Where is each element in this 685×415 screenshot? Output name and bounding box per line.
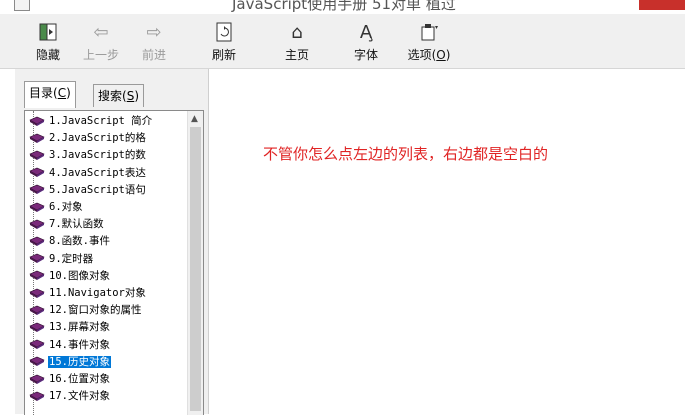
- forward-arrow-icon: ⇨: [146, 22, 162, 43]
- book-icon: [29, 373, 45, 384]
- tab-contents-key: C: [57, 86, 67, 100]
- book-icon: [29, 287, 45, 298]
- content-pane: 不管你怎么点左边的列表，右边都是空白的: [209, 69, 685, 414]
- book-icon: [29, 115, 45, 126]
- home-icon: ⌂: [291, 22, 303, 43]
- app-icon: [14, 0, 30, 11]
- book-icon: [29, 269, 45, 281]
- tree-item[interactable]: 1.JavaScript 简介: [29, 112, 153, 129]
- refresh-icon: [201, 22, 247, 44]
- tree-item[interactable]: 17.文件对象: [29, 387, 111, 404]
- contents-tree[interactable]: ▲ 1.JavaScript 简介 2.JavaScript的格 3.JavaScr…: [24, 110, 204, 415]
- scrollbar-thumb[interactable]: [190, 127, 201, 411]
- back-arrow-icon: ⇦: [93, 22, 109, 43]
- tree-item-label: 4.JavaScript表达: [49, 166, 146, 179]
- book-icon: [29, 201, 45, 212]
- tree-item-label: 6.对象: [49, 201, 83, 213]
- toolbar: 隐藏 ⇦ 上一步 ⇨ 前进 刷新 ⌂ 主页 A̧ 字体 选项(O): [0, 14, 685, 69]
- tree-item[interactable]: 5.JavaScript语句: [29, 181, 147, 198]
- window-title: JavaScript使用手册 51对单 植过: [232, 0, 456, 13]
- book-icon: [29, 338, 45, 350]
- book-icon: [29, 390, 45, 401]
- tree-item-label: 8.函数.事件: [49, 235, 110, 248]
- tree-item[interactable]: 7.默认函数: [29, 215, 105, 232]
- tree-item[interactable]: 4.JavaScript表达: [29, 164, 147, 181]
- tree-item-label: 13.屏幕对象: [49, 321, 110, 334]
- tree-item-label: 5.JavaScript语句: [49, 183, 146, 196]
- tree-item-label: 16.位置对象: [49, 373, 110, 385]
- tree-item[interactable]: 15.历史对象: [29, 353, 111, 370]
- book-icon: [29, 355, 45, 367]
- tree-item[interactable]: 12.窗口对象的属性: [29, 301, 142, 318]
- options-label-key: O: [436, 48, 446, 62]
- tree-item[interactable]: 16.位置对象: [29, 370, 111, 387]
- tab-search-main: 搜索(: [98, 89, 127, 103]
- tree-item[interactable]: 9.定时器: [29, 250, 94, 267]
- title-bar: JavaScript使用手册 51对单 植过: [0, 0, 685, 14]
- tree-item[interactable]: 11.Navigator对象: [29, 284, 147, 301]
- hide-icon: [25, 22, 71, 44]
- tree-item-label: 1.JavaScript 简介: [49, 115, 153, 127]
- book-icon: [29, 235, 45, 246]
- content-message: 不管你怎么点左边的列表，右边都是空白的: [263, 145, 549, 163]
- book-icon: [29, 132, 45, 143]
- tree-scrollbar[interactable]: ▲: [187, 111, 203, 415]
- book-icon: [29, 252, 45, 264]
- tree-item[interactable]: 14.事件对象: [29, 336, 111, 353]
- tree-item[interactable]: 6.对象: [29, 198, 84, 215]
- tab-search[interactable]: 搜索(S): [93, 84, 144, 107]
- tree-item-label: 12.窗口对象的属性: [49, 304, 142, 317]
- tree-item[interactable]: 13.屏幕对象: [29, 318, 111, 335]
- options-icon: [402, 22, 456, 44]
- tree-item-label: 9.定时器: [49, 252, 94, 265]
- hide-label: 隐藏: [35, 48, 60, 62]
- font-icon: A̧: [359, 22, 373, 43]
- back-label: 上一步: [82, 48, 119, 62]
- forward-button[interactable]: ⇨ 前进: [131, 22, 177, 66]
- options-button[interactable]: 选项(O): [402, 22, 456, 66]
- tab-search-end: ): [134, 89, 139, 103]
- tree-item[interactable]: 3.JavaScript的数: [29, 146, 147, 163]
- tree-item-label: 7.默认函数: [49, 218, 104, 231]
- tree-item[interactable]: 2.JavaScript的格: [29, 129, 147, 146]
- tree-item-label: 15.历史对象: [48, 355, 111, 368]
- tab-contents[interactable]: 目录(C): [24, 81, 76, 108]
- tree-item-label: 3.JavaScript的数: [49, 149, 146, 162]
- refresh-button[interactable]: 刷新: [201, 22, 247, 66]
- refresh-label: 刷新: [211, 48, 236, 62]
- book-icon: [29, 304, 45, 315]
- book-icon: [29, 183, 45, 195]
- scroll-up-arrow-icon[interactable]: ▲: [191, 114, 198, 124]
- book-icon: [29, 166, 45, 178]
- close-button[interactable]: [639, 0, 685, 10]
- forward-label: 前进: [141, 48, 166, 62]
- navigation-pane: 目录(C) 搜索(S) ▲ 1.JavaScript 简介 2.JavaScrip…: [15, 69, 209, 415]
- tree-item-label: 17.文件对象: [49, 390, 110, 403]
- hide-button[interactable]: 隐藏: [25, 22, 71, 66]
- tree-item[interactable]: 10.图像对象: [29, 267, 111, 284]
- tree-item-label: 10.图像对象: [49, 269, 110, 282]
- options-label: 选项(O): [402, 46, 456, 63]
- book-icon: [29, 218, 45, 229]
- back-button[interactable]: ⇦ 上一步: [78, 22, 124, 66]
- tab-contents-end: ): [66, 86, 71, 100]
- tree-item[interactable]: 8.函数.事件: [29, 232, 111, 249]
- font-label: 字体: [353, 48, 378, 62]
- tree-item-label: 2.JavaScript的格: [49, 132, 146, 145]
- book-icon: [29, 149, 45, 160]
- font-button[interactable]: A̧ 字体: [343, 22, 389, 66]
- tree-item-label: 14.事件对象: [49, 338, 110, 351]
- options-label-main: 选项(: [407, 48, 437, 62]
- tab-contents-main: 目录(: [29, 86, 58, 100]
- home-button[interactable]: ⌂ 主页: [274, 22, 320, 66]
- tree-item-label: 11.Navigator对象: [49, 287, 146, 299]
- home-label: 主页: [284, 48, 309, 62]
- options-label-end: ): [445, 48, 451, 62]
- book-icon: [29, 321, 45, 332]
